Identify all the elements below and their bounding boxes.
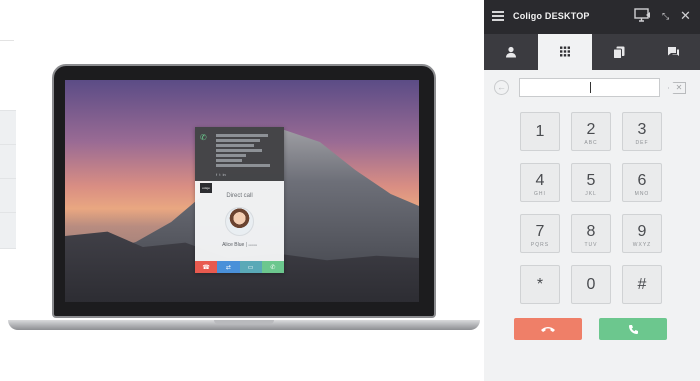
- phone-icon: ✆: [200, 133, 207, 142]
- key-4[interactable]: 4 GHI: [520, 163, 560, 202]
- key-9[interactable]: 9 WXYZ: [622, 214, 662, 253]
- key-7[interactable]: 7 PQRS: [520, 214, 560, 253]
- text-caret: [590, 82, 591, 93]
- person-icon: [506, 46, 516, 58]
- title-bar: Coligo DESKTOP ⤡ ✕: [484, 0, 700, 34]
- page-side-block: [0, 212, 16, 249]
- key-8[interactable]: 8 TUV: [571, 214, 611, 253]
- key-1[interactable]: 1: [520, 112, 560, 151]
- key-star[interactable]: *: [520, 265, 560, 304]
- call-type-label: Direct call: [226, 193, 253, 199]
- back-arrow-icon[interactable]: ←: [494, 80, 509, 95]
- tab-history[interactable]: [592, 34, 646, 70]
- laptop-notch: [214, 320, 274, 324]
- copy-icon: [613, 46, 625, 59]
- contact-details-header: ✆ f t in: [195, 127, 284, 181]
- call-action-bar: ☎ ⇄ ▭ ✆: [195, 261, 284, 273]
- end-call-button[interactable]: [514, 318, 582, 340]
- hangup-icon: ☎: [195, 261, 218, 273]
- screen-share-icon[interactable]: [634, 8, 652, 26]
- tab-dialpad[interactable]: [538, 34, 592, 70]
- page-side-block: [0, 144, 16, 178]
- collapse-icon[interactable]: ⤡: [662, 8, 669, 24]
- app-title: Coligo DESKTOP: [513, 11, 590, 21]
- contact-details-text: [216, 132, 280, 167]
- main-tab-bar: [484, 34, 700, 70]
- dial-input-row: ← ✕: [484, 76, 700, 98]
- tab-contacts[interactable]: [484, 34, 538, 70]
- start-call-button[interactable]: [599, 318, 667, 340]
- key-0[interactable]: 0: [571, 265, 611, 304]
- screen-icon: ▭: [239, 261, 262, 273]
- backspace-icon[interactable]: ✕: [668, 82, 686, 94]
- incoming-call-card: ✆ f t in coligo Direct call Alice Blue |…: [195, 127, 284, 273]
- close-icon[interactable]: ✕: [680, 8, 691, 24]
- coligo-logo: coligo: [200, 183, 212, 193]
- phone-icon: [628, 324, 638, 334]
- dialpad-keypad: 1 2 ABC 3 DEF 4 GHI 5 JKL 6 MNO 7 PQRS 8 TUV 9W…: [520, 112, 662, 305]
- answer-icon: ✆: [261, 261, 284, 273]
- key-hash[interactable]: #: [622, 265, 662, 304]
- coligo-desktop-window: Coligo DESKTOP ⤡ ✕ ← ✕ 1 2 ABC 3 DEF 4 G…: [484, 0, 700, 381]
- social-icons: f t in: [216, 172, 226, 177]
- page-divider: [0, 40, 14, 41]
- hamburger-menu-icon[interactable]: [492, 11, 504, 21]
- page-side-block: [0, 110, 16, 144]
- tab-chat[interactable]: [646, 34, 700, 70]
- contact-name: Alice Blue | ▪▪▪▪▪▪▪▪: [222, 242, 257, 248]
- key-6[interactable]: 6 MNO: [622, 163, 662, 202]
- screenshot-stage: ✆ f t in coligo Direct call Alice Blue |…: [0, 0, 700, 381]
- transfer-icon: ⇄: [217, 261, 240, 273]
- dialpad-icon: [560, 46, 570, 57]
- key-5[interactable]: 5 JKL: [571, 163, 611, 202]
- chat-icon: [667, 47, 679, 56]
- hangup-icon: [541, 327, 555, 332]
- key-3[interactable]: 3 DEF: [622, 112, 662, 151]
- key-2[interactable]: 2 ABC: [571, 112, 611, 151]
- avatar: [225, 207, 254, 236]
- page-side-block: [0, 178, 16, 212]
